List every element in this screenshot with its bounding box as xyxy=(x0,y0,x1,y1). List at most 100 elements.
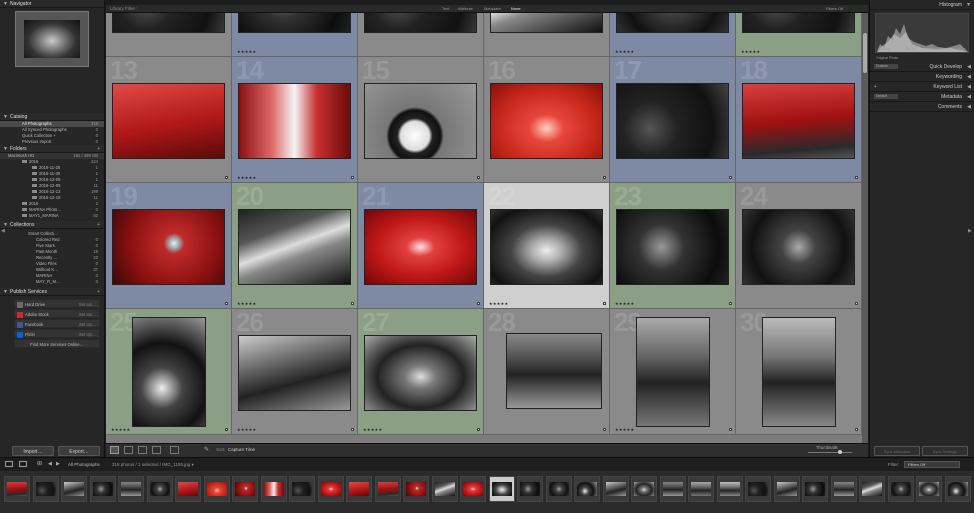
filter-metadata[interactable]: Metadata xyxy=(484,6,501,11)
grid-cell[interactable]: 25 ★★★★★ xyxy=(106,309,232,435)
photo-thumbnail[interactable] xyxy=(616,209,729,285)
thumbnail-slider-handle[interactable] xyxy=(838,450,842,454)
filmstrip-thumbnail[interactable] xyxy=(89,476,116,502)
filmstrip-thumbnail[interactable] xyxy=(4,476,30,502)
grid-cell[interactable]: 13 xyxy=(106,57,232,183)
setup-link[interactable]: Set Up… xyxy=(79,300,96,309)
grid-icon[interactable]: ⊞ xyxy=(37,460,42,467)
sync-settings-button[interactable]: Sync Settings xyxy=(922,446,968,456)
add-service-icon[interactable]: + xyxy=(97,288,100,296)
filmstrip-thumbnail[interactable] xyxy=(688,476,714,502)
filmstrip-thumbnail[interactable] xyxy=(403,476,429,502)
filmstrip-thumbnail[interactable] xyxy=(61,476,87,502)
photo-thumbnail[interactable] xyxy=(490,83,603,159)
thumbnail-size-slider[interactable] xyxy=(808,452,852,453)
collapse-triangle-icon[interactable]: ▼ xyxy=(3,0,8,8)
add-keyword-icon[interactable]: + xyxy=(874,82,877,92)
grid-cell[interactable]: 27 ★★★★★ xyxy=(358,309,484,435)
grid-cell[interactable]: ★★★★★ xyxy=(232,13,358,57)
grid-cell[interactable]: 14 ★★★★★ xyxy=(232,57,358,183)
publish-service-row[interactable]: Hard Drive Set Up… xyxy=(14,299,100,308)
photo-thumbnail[interactable] xyxy=(364,209,477,285)
comments-header[interactable]: Comments ◀ xyxy=(870,102,974,112)
people-view-icon[interactable] xyxy=(170,446,179,454)
filmstrip-thumbnail[interactable] xyxy=(175,476,201,502)
export-button[interactable]: Export… xyxy=(58,446,100,456)
filmstrip-thumbnail[interactable] xyxy=(260,476,287,502)
secondary-window-icon-1[interactable] xyxy=(5,461,13,467)
filmstrip-thumbnail[interactable] xyxy=(317,476,344,502)
filmstrip-thumbnail[interactable] xyxy=(887,476,914,502)
photo-thumbnail[interactable] xyxy=(490,13,603,33)
compare-view-icon[interactable] xyxy=(138,446,147,454)
navigator-header[interactable]: ▼ Navigator xyxy=(0,0,104,8)
metadata-preset[interactable]: Default xyxy=(874,94,898,99)
photo-thumbnail[interactable] xyxy=(112,83,225,159)
collections-header[interactable]: ▼ Collections + xyxy=(0,221,104,229)
grid-cell[interactable]: 15 xyxy=(358,57,484,183)
publish-service-row[interactable]: Flickr Set Up… xyxy=(14,329,100,338)
sort-dropdown[interactable]: Capture Time xyxy=(228,447,255,452)
add-collection-icon[interactable]: + xyxy=(97,221,100,229)
sync-metadata-button[interactable]: Sync Metadata xyxy=(874,446,920,456)
photo-thumbnail[interactable] xyxy=(616,83,729,159)
quick-develop-header[interactable]: Custom Quick Develop ◀ xyxy=(870,62,974,72)
import-button[interactable]: Import… xyxy=(12,446,54,456)
grid-scrollbar[interactable] xyxy=(862,13,868,443)
photo-thumbnail[interactable] xyxy=(490,209,603,285)
publish-service-row[interactable]: Adobe Stock Set Up… xyxy=(14,309,100,318)
back-arrow-icon[interactable]: ◀ xyxy=(48,461,52,467)
grid-cell[interactable]: 16 xyxy=(484,57,610,183)
photo-thumbnail[interactable] xyxy=(742,13,855,33)
filmstrip-thumbnail[interactable] xyxy=(517,476,543,502)
filmstrip-thumbnail[interactable] xyxy=(488,476,515,502)
filter-text[interactable]: Text xyxy=(442,6,449,11)
filmstrip-thumbnail[interactable] xyxy=(118,476,144,502)
filmstrip-thumbnail[interactable] xyxy=(745,476,771,502)
grid-cell[interactable]: 23 ★★★★★ xyxy=(610,183,736,309)
filmstrip-thumbnail[interactable] xyxy=(431,476,458,502)
filmstrip-thumbnail[interactable] xyxy=(631,476,657,502)
grid-cell[interactable]: 28 xyxy=(484,309,610,435)
filmstrip-thumbnail[interactable] xyxy=(545,476,572,502)
filmstrip-thumbnail[interactable] xyxy=(659,476,686,502)
filters-off-dropdown[interactable]: Filters Off xyxy=(826,6,843,11)
histogram-header[interactable]: Histogram ▼ xyxy=(870,0,974,10)
publish-services-header[interactable]: ▼ Publish Services + xyxy=(0,288,104,296)
left-panel-toggle-icon[interactable]: ◀ xyxy=(1,228,5,234)
photo-thumbnail[interactable] xyxy=(742,83,855,159)
photo-thumbnail[interactable] xyxy=(364,335,477,411)
filter-attribute[interactable]: Attribute xyxy=(458,6,473,11)
filter-none[interactable]: None xyxy=(511,6,521,11)
photo-thumbnail[interactable] xyxy=(238,13,351,33)
grid-cell[interactable]: ★★★★★ xyxy=(610,13,736,57)
folders-header[interactable]: ▼ Folders + xyxy=(0,145,104,153)
quick-develop-preset[interactable]: Custom xyxy=(874,64,898,69)
photo-thumbnail[interactable] xyxy=(364,83,477,159)
filmstrip-thumbnail[interactable] xyxy=(346,476,372,502)
forward-arrow-icon[interactable]: ▶ xyxy=(56,461,60,467)
filmstrip-thumbnail[interactable] xyxy=(716,476,743,502)
filmstrip-thumbnail[interactable] xyxy=(802,476,828,502)
collection-item[interactable]: MAY_R_M… 0 xyxy=(0,279,104,285)
photo-thumbnail[interactable] xyxy=(112,209,225,285)
setup-link[interactable]: Set Up… xyxy=(79,310,96,319)
filmstrip-filter-dropdown[interactable]: Filters Off xyxy=(904,461,960,468)
filmstrip-thumbnail[interactable] xyxy=(289,476,315,502)
grid-cell[interactable]: ★★★★★ xyxy=(736,13,862,57)
publish-service-row[interactable]: Facebook Set Up… xyxy=(14,319,100,328)
photo-thumbnail[interactable] xyxy=(742,209,855,285)
keyword-list-header[interactable]: + Keyword List ◀ xyxy=(870,82,974,92)
folder-item[interactable]: MAY1_MARINA 92 xyxy=(0,213,104,219)
filmstrip-source[interactable]: All Photographs xyxy=(68,462,100,467)
photo-thumbnail[interactable] xyxy=(364,13,477,33)
add-folder-icon[interactable]: + xyxy=(97,145,100,153)
photo-thumbnail[interactable] xyxy=(238,209,351,285)
filmstrip-thumbnail[interactable] xyxy=(944,476,971,502)
photo-thumbnail[interactable] xyxy=(636,317,710,427)
grid-cell[interactable]: 29 ★★★★★ xyxy=(610,309,736,435)
scrollbar-thumb[interactable] xyxy=(863,33,867,73)
grid-cell[interactable]: 24 xyxy=(736,183,862,309)
grid-cell[interactable]: 30 xyxy=(736,309,862,435)
filmstrip-thumbnail[interactable] xyxy=(916,476,942,502)
